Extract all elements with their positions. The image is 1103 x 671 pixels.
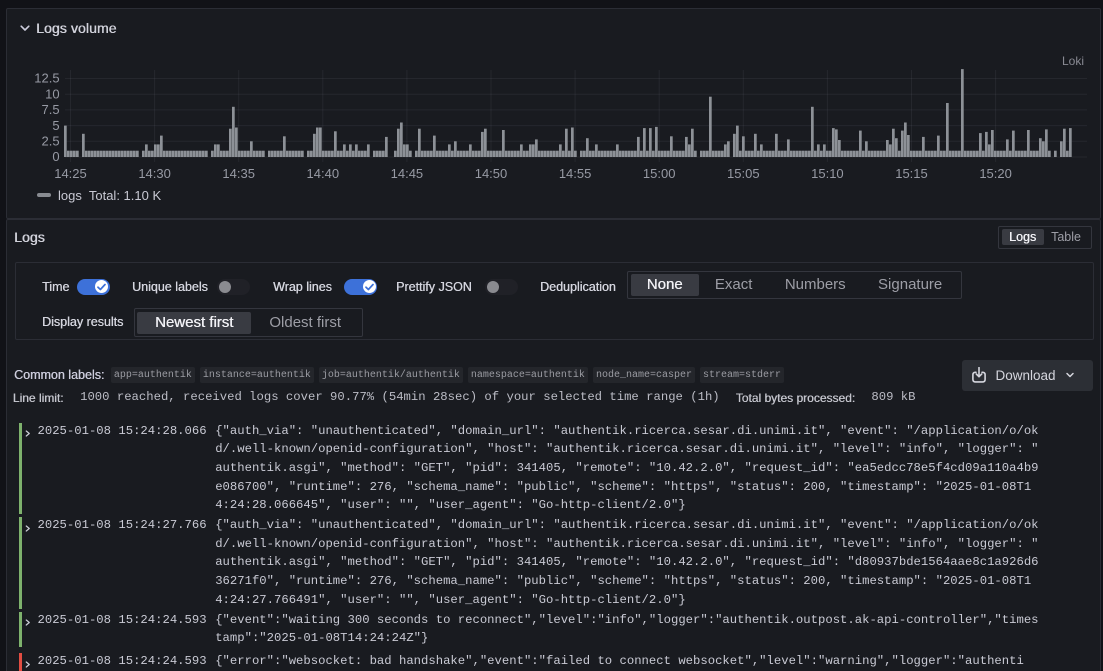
svg-text:12.5: 12.5 (34, 71, 59, 86)
svg-text:14:30: 14:30 (138, 166, 171, 181)
svg-text:10: 10 (45, 86, 59, 101)
svg-text:2.5: 2.5 (42, 134, 60, 149)
svg-text:15:10: 15:10 (811, 166, 844, 181)
svg-text:15:00: 15:00 (643, 166, 676, 181)
svg-text:7.5: 7.5 (42, 102, 60, 117)
svg-text:14:35: 14:35 (222, 166, 255, 181)
svg-text:15:05: 15:05 (727, 166, 760, 181)
svg-text:14:45: 14:45 (391, 166, 424, 181)
svg-text:14:55: 14:55 (559, 166, 592, 181)
svg-text:15:20: 15:20 (979, 166, 1012, 181)
svg-text:15:15: 15:15 (895, 166, 928, 181)
svg-text:5: 5 (52, 118, 59, 133)
svg-text:14:50: 14:50 (475, 166, 508, 181)
svg-text:14:25: 14:25 (54, 166, 87, 181)
svg-text:14:40: 14:40 (307, 166, 340, 181)
svg-text:0: 0 (52, 149, 59, 164)
